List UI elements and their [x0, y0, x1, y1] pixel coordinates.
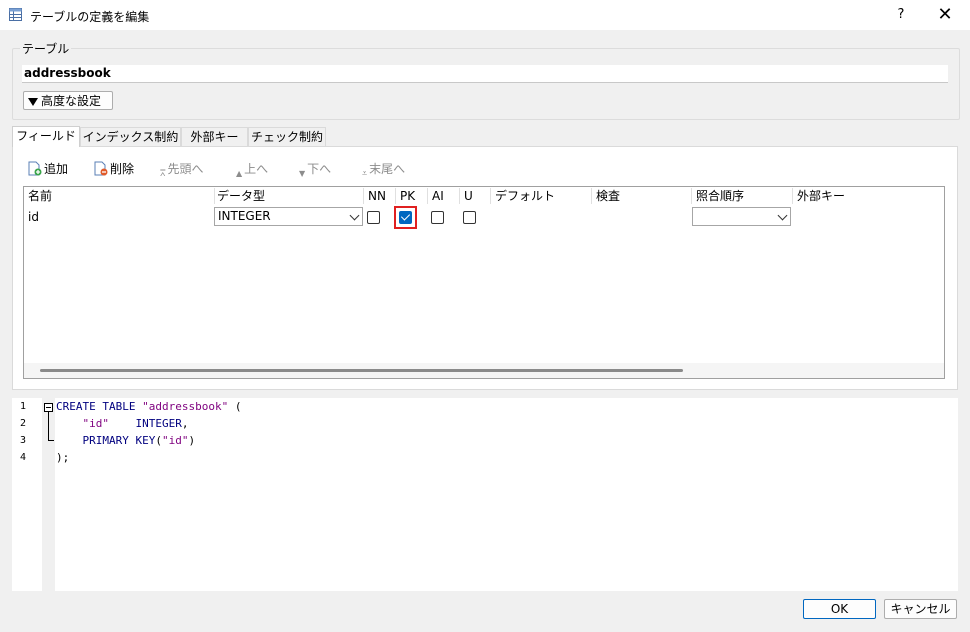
nn-checkbox[interactable]	[367, 211, 380, 224]
column-header-name[interactable]: 名前	[24, 188, 215, 204]
close-button[interactable]: ✕	[930, 4, 960, 26]
column-header-nn[interactable]: NN	[364, 188, 396, 204]
sql-punct: );	[56, 451, 70, 464]
fold-toggle-icon[interactable]	[44, 403, 53, 412]
move-to-bottom-button[interactable]: ⩡ 末尾へ	[362, 160, 406, 179]
code-line: PRIMARY KEY("id")	[56, 433, 196, 449]
cancel-button[interactable]: キャンセル	[884, 599, 957, 619]
chevron-down-icon	[777, 210, 788, 221]
line-number: 4	[19, 452, 26, 463]
sql-punct: (	[155, 434, 162, 447]
ok-button[interactable]: OK	[803, 599, 876, 619]
sql-punct: )	[188, 434, 196, 447]
column-header-default[interactable]: デフォルト	[491, 188, 592, 204]
move-to-top-label: 先頭へ	[167, 162, 204, 176]
arrow-down-icon: ▼	[299, 169, 306, 178]
table-group-label: テーブル	[20, 40, 72, 57]
fold-end	[48, 440, 54, 441]
fields-grid	[23, 186, 945, 379]
column-header-type[interactable]: データ型	[213, 188, 364, 204]
sql-keyword: CREATE TABLE	[56, 400, 136, 413]
move-up-label: 上へ	[244, 162, 269, 176]
sql-string: "addressbook"	[142, 400, 229, 413]
move-to-top-button[interactable]: ⩞ 先頭へ	[160, 160, 204, 179]
column-header-pk[interactable]: PK	[396, 188, 428, 204]
tab-foreign-keys[interactable]: 外部キー	[181, 127, 248, 146]
add-field-icon	[28, 161, 42, 176]
ai-checkbox[interactable]	[431, 211, 444, 224]
delete-field-label: 削除	[110, 162, 135, 176]
window-title: テーブルの定義を編集	[30, 10, 150, 24]
tab-check-constraints[interactable]: チェック制約	[248, 127, 326, 146]
add-field-button[interactable]: 追加	[27, 160, 68, 178]
tab-index-constraints[interactable]: インデックス制約	[80, 127, 181, 146]
code-line: "id" INTEGER,	[56, 416, 189, 432]
sql-keyword: PRIMARY KEY	[82, 434, 156, 447]
delete-field-icon	[94, 161, 108, 176]
advanced-settings-label: 高度な設定	[41, 94, 102, 108]
line-number: 3	[19, 435, 26, 446]
help-button[interactable]: ?	[888, 4, 914, 26]
fold-line	[48, 412, 49, 440]
column-header-ai[interactable]: AI	[428, 188, 460, 204]
line-number: 1	[19, 401, 26, 412]
tab-fields[interactable]: フィールド	[12, 126, 80, 147]
field-type-value: INTEGER	[218, 209, 271, 223]
table-group-box	[12, 48, 960, 120]
move-up-button[interactable]: ▲ 上へ	[236, 160, 268, 178]
horizontal-scrollbar-thumb[interactable]	[40, 369, 683, 372]
add-field-label: 追加	[44, 162, 69, 176]
code-line: );	[56, 450, 69, 466]
sql-punct: ,	[181, 417, 189, 430]
move-top-icon: ⩞	[160, 169, 166, 179]
move-bottom-icon: ⩡	[362, 169, 368, 179]
table-icon	[9, 8, 22, 21]
column-header-foreign-key[interactable]: 外部キー	[793, 188, 943, 204]
column-header-u[interactable]: U	[460, 188, 491, 204]
field-type-combobox[interactable]: INTEGER	[214, 207, 363, 226]
move-down-button[interactable]: ▼ 下へ	[299, 160, 331, 178]
sql-punct: (	[228, 400, 242, 413]
field-name-cell[interactable]: id	[28, 209, 39, 225]
arrow-up-icon: ▲	[236, 169, 243, 178]
sql-string: "id"	[82, 417, 110, 430]
collation-combobox[interactable]	[692, 207, 791, 226]
unique-checkbox[interactable]	[463, 211, 476, 224]
chevron-down-icon	[349, 210, 360, 221]
advanced-settings-button[interactable]: 高度な設定	[23, 91, 113, 110]
sql-keyword: INTEGER	[135, 417, 182, 430]
line-number: 2	[19, 418, 26, 429]
column-header-check[interactable]: 検査	[592, 188, 692, 204]
code-line: CREATE TABLE "addressbook" (	[56, 399, 241, 415]
triangle-down-icon	[28, 98, 38, 106]
sql-string: "id"	[161, 434, 189, 447]
pk-highlight-box	[394, 206, 417, 229]
move-down-label: 下へ	[307, 162, 332, 176]
column-header-collation[interactable]: 照合順序	[692, 188, 793, 204]
move-to-bottom-label: 末尾へ	[369, 162, 406, 176]
delete-field-button[interactable]: 削除	[93, 160, 134, 178]
table-name-input[interactable]	[22, 65, 948, 83]
